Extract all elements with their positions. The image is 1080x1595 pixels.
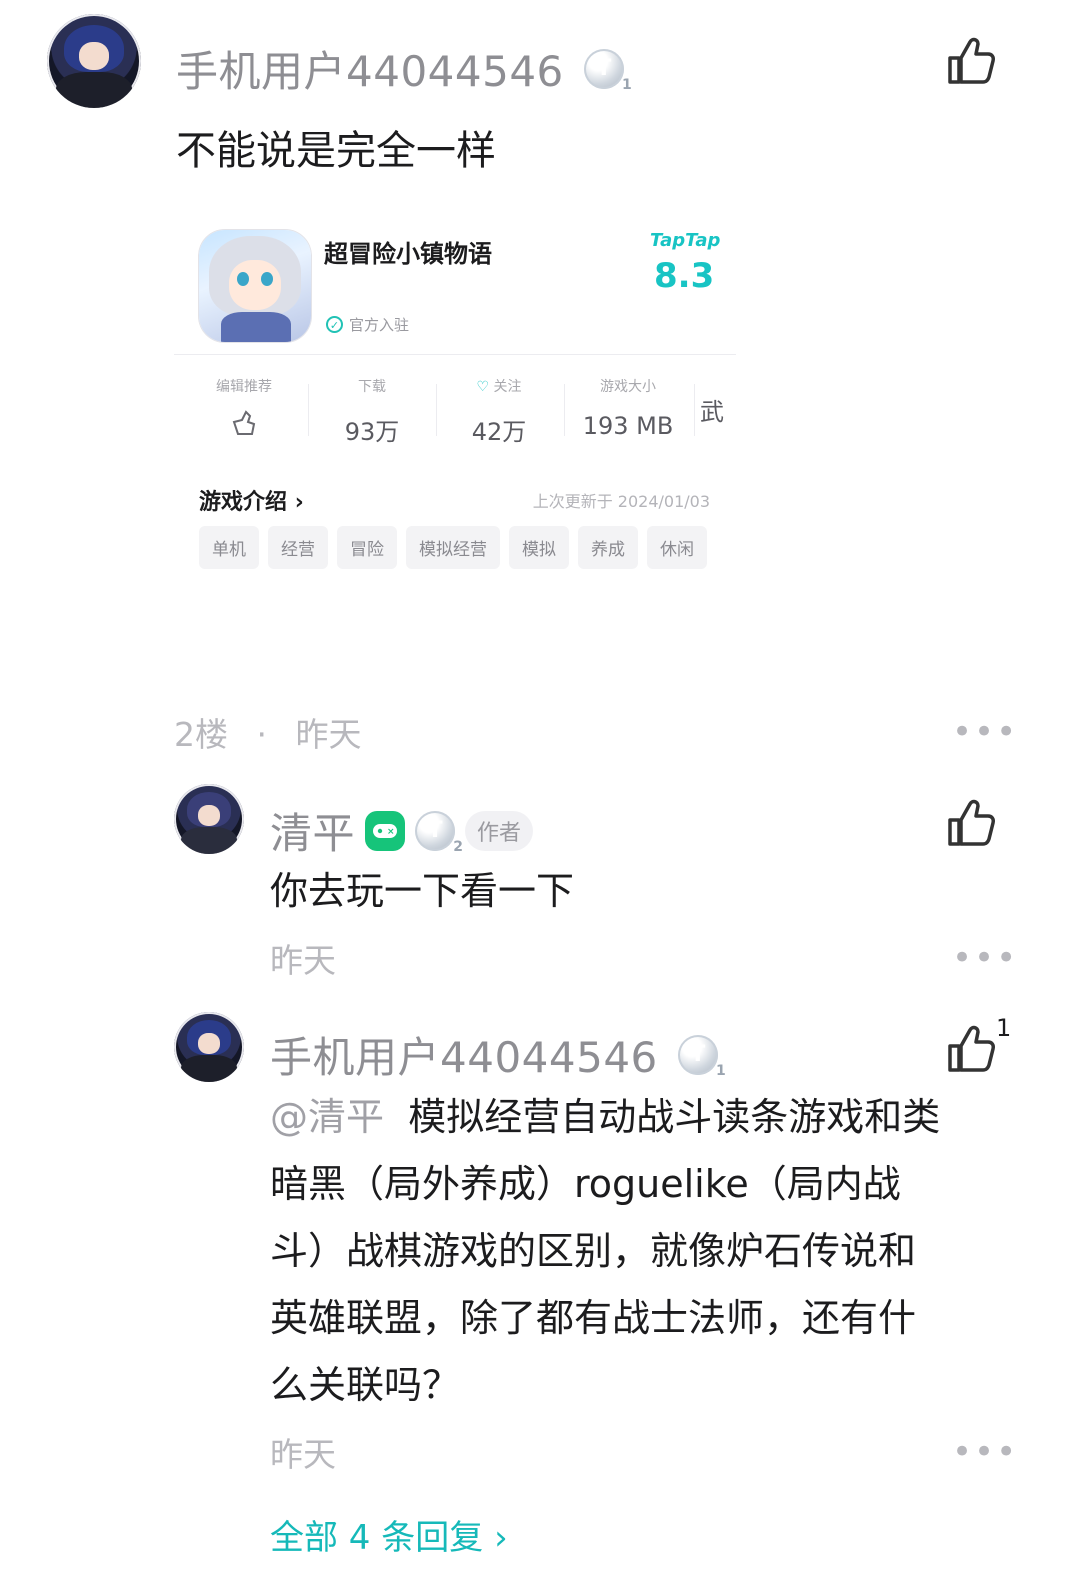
tag-adventure[interactable]: 冒险 bbox=[337, 526, 397, 569]
user-level-badge-icon: T 1 bbox=[677, 1034, 726, 1079]
game-tags: 单机 经营 冒险 模拟经营 模拟 养成 休闲 bbox=[199, 526, 707, 569]
floor-info: 2楼 · 昨天 bbox=[174, 708, 362, 756]
reply-avatar[interactable] bbox=[174, 1012, 244, 1082]
game-name[interactable]: 超冒险小镇物语 bbox=[324, 234, 492, 269]
stat-downloads: 下载 93万 bbox=[344, 379, 400, 446]
follow-icon: ♡ bbox=[476, 379, 490, 395]
reply-text-line: 模拟经营自动战斗读条游戏和类 bbox=[408, 1095, 941, 1139]
stat-divider bbox=[436, 384, 437, 436]
reply-more-icon[interactable]: ••• bbox=[952, 938, 1018, 978]
chevron-right-icon: › bbox=[494, 1518, 508, 1558]
like-count: 1 bbox=[996, 1014, 1012, 1042]
reply-username[interactable]: 清平 bbox=[270, 800, 355, 861]
card-divider bbox=[174, 354, 736, 355]
reply-username[interactable]: 手机用户44044546 bbox=[270, 1024, 658, 1085]
tag-management[interactable]: 经营 bbox=[268, 526, 328, 569]
tag-standalone[interactable]: 单机 bbox=[199, 526, 259, 569]
post-username[interactable]: 手机用户44044546 bbox=[176, 38, 564, 99]
post-text: 不能说是完全一样 bbox=[176, 128, 496, 174]
mention-link[interactable]: @清平 bbox=[270, 1095, 384, 1139]
reply-time: 昨天 bbox=[270, 1435, 336, 1474]
floor-time: 昨天 bbox=[295, 715, 362, 754]
reply-text: 你去玩一下看一下 bbox=[270, 869, 575, 913]
stat-divider bbox=[564, 384, 565, 436]
author-tag: 作者 bbox=[465, 810, 534, 851]
reply-text-line: 斗）战棋游戏的区别，就像炉石传说和 bbox=[270, 1229, 917, 1273]
stat-followers: ♡ 关注 42万 bbox=[471, 379, 527, 446]
reply-more-icon[interactable]: ••• bbox=[952, 1432, 1018, 1472]
verified-check-icon: ✓ bbox=[326, 316, 343, 333]
chevron-right-icon: › bbox=[294, 490, 304, 515]
taptap-logo: TapTap bbox=[650, 230, 721, 251]
stat-game-size: 游戏大小 193 MB bbox=[582, 379, 674, 440]
reply-text-line: 英雄联盟，除了都有战士法师，还有什 bbox=[270, 1296, 917, 1340]
like-button[interactable] bbox=[944, 34, 998, 88]
all-replies-link[interactable]: 全部 4 条回复 › bbox=[270, 1510, 508, 1559]
floor-more-icon[interactable]: ••• bbox=[952, 712, 1018, 752]
user-level-badge-icon: T 2 bbox=[415, 810, 463, 855]
like-button[interactable] bbox=[944, 796, 998, 850]
thumbs-up-icon bbox=[948, 1025, 995, 1072]
svg-text:×: × bbox=[387, 827, 395, 837]
tag-nurture[interactable]: 养成 bbox=[578, 526, 638, 569]
reply-time: 昨天 bbox=[270, 941, 336, 980]
tag-casual[interactable]: 休闲 bbox=[647, 526, 707, 569]
game-card[interactable]: 超冒险小镇物语 ✓ 官方入驻 TapTap 8.3 编辑推荐 下载 93万 ♡ … bbox=[174, 210, 736, 590]
stat-divider bbox=[694, 384, 695, 436]
user-level-badge-icon: T 1 bbox=[583, 48, 632, 93]
post-avatar[interactable] bbox=[47, 14, 141, 108]
thumbs-up-icon bbox=[948, 37, 995, 84]
gamer-badge-icon: × bbox=[365, 810, 406, 851]
verified-badge: ✓ 官方入驻 bbox=[326, 314, 409, 335]
stat-divider bbox=[308, 384, 309, 436]
stat-partial: 武 bbox=[700, 398, 724, 426]
game-intro-link[interactable]: 游戏介绍 › bbox=[199, 484, 304, 516]
reply-text-line: 暗黑（局外养成）roguelike（局内战 bbox=[270, 1162, 901, 1206]
thumbs-up-icon bbox=[948, 799, 995, 846]
reply-header: 清平 × T 2 作者 bbox=[270, 800, 534, 861]
editor-pick-icon bbox=[184, 408, 304, 444]
tag-simulation[interactable]: 模拟 bbox=[509, 526, 569, 569]
floor-separator: · bbox=[256, 715, 268, 754]
game-updated-date: 上次更新于 2024/01/03 bbox=[532, 492, 710, 511]
game-score: 8.3 bbox=[654, 256, 715, 296]
like-button[interactable] bbox=[944, 1022, 998, 1076]
reply-text: @清平 模拟经营自动战斗读条游戏和类 暗黑（局外养成）roguelike（局内战… bbox=[270, 1084, 1010, 1419]
stat-editor-pick: 编辑推荐 bbox=[184, 376, 304, 444]
post-header: 手机用户44044546 T 1 bbox=[176, 38, 632, 99]
floor-number: 2楼 bbox=[174, 715, 228, 754]
reply-header: 手机用户44044546 T 1 bbox=[270, 1024, 726, 1085]
reply-text-line: 么关联吗？ bbox=[270, 1363, 461, 1407]
game-icon[interactable] bbox=[199, 230, 311, 342]
tag-sim-management[interactable]: 模拟经营 bbox=[406, 526, 500, 569]
reply-avatar[interactable] bbox=[174, 784, 244, 854]
